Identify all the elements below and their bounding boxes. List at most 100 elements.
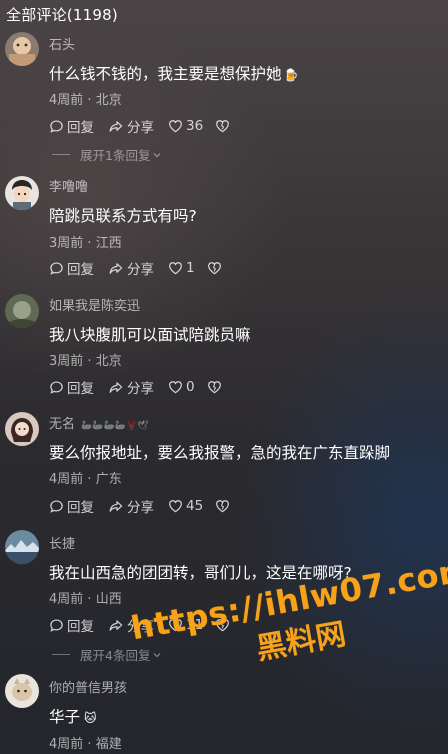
comment-icon (50, 261, 63, 275)
comment-time: 3周前 (49, 354, 84, 369)
reply-label: 回复 (67, 500, 94, 516)
comment-actions: 回复 分享 0 (49, 377, 239, 397)
avatar[interactable] (5, 530, 39, 564)
comment-time: 4周前 (49, 472, 84, 487)
comment-location: 山西 (95, 592, 122, 607)
comment-time: 3周前 (49, 236, 84, 251)
meta-separator: · (83, 236, 96, 251)
dislike-button[interactable] (207, 261, 225, 275)
share-button[interactable]: 分享 (108, 116, 154, 136)
dislike-button[interactable] (215, 119, 233, 133)
like-button[interactable]: 0 (168, 379, 195, 395)
like-count: 45 (186, 498, 204, 514)
broken-heart-icon (216, 619, 230, 632)
reply-button[interactable]: 回复 (49, 377, 94, 397)
chevron-down-icon (154, 152, 161, 157)
reply-label: 回复 (67, 120, 94, 136)
like-button[interactable]: 45 (168, 498, 203, 514)
avatar[interactable] (5, 32, 39, 66)
heart-icon (169, 500, 182, 513)
share-button[interactable]: 分享 (108, 377, 154, 397)
avatar[interactable] (5, 412, 39, 446)
like-count: 0 (186, 379, 195, 395)
meta-separator: · (83, 592, 96, 607)
share-arrow-icon (109, 262, 123, 274)
share-button[interactable]: 分享 (108, 496, 154, 516)
broken-heart-icon (207, 262, 221, 275)
reply-button[interactable]: 回复 (49, 116, 94, 136)
avatar[interactable] (5, 294, 39, 328)
heart-icon (169, 381, 182, 394)
comment-location: 北京 (95, 354, 122, 369)
watermark-name: 黑料网 (253, 616, 349, 667)
comment-meta: 4周前 · 福建 (49, 733, 122, 752)
meta-separator: · (83, 93, 96, 108)
meta-separator: · (83, 737, 96, 752)
meta-separator: · (83, 354, 96, 369)
like-button[interactable]: 1 (168, 260, 195, 276)
share-button[interactable]: 分享 (108, 258, 154, 278)
like-button[interactable]: 36 (168, 118, 203, 134)
divider-line (52, 154, 70, 155)
like-button[interactable]: 11 (168, 617, 203, 633)
reply-label: 回复 (67, 381, 94, 397)
comment-icon (50, 499, 63, 513)
comment-meta: 3周前 · 江西 (49, 232, 122, 251)
share-arrow-icon (109, 619, 123, 631)
comment-username[interactable]: 无名 🦢🦢🦢🦢🦞🕊 (49, 413, 149, 432)
comment-time: 4周前 (49, 737, 84, 752)
like-count: 36 (186, 118, 204, 134)
comment-time: 4周前 (49, 93, 84, 108)
heart-icon (169, 262, 182, 275)
comment-actions: 回复 分享 11 (49, 615, 247, 635)
reply-button[interactable]: 回复 (49, 258, 94, 278)
comment-text: 我八块腹肌可以面试陪跳员嘛 (49, 326, 251, 344)
share-label: 分享 (127, 262, 154, 278)
comment-username[interactable]: 如果我是陈奕迅 (49, 295, 140, 314)
avatar[interactable] (5, 674, 39, 708)
comment-username[interactable]: 你的普信男孩 (49, 677, 127, 696)
dislike-button[interactable] (207, 380, 225, 394)
share-label: 分享 (127, 500, 154, 516)
meta-separator: · (83, 472, 96, 487)
comment-text-body: 华子 (49, 708, 81, 726)
reply-button[interactable]: 回复 (49, 615, 94, 635)
expand-replies-button[interactable]: 展开4条回复 (52, 645, 162, 664)
broken-heart-icon (207, 381, 221, 394)
comment-location: 广东 (95, 472, 122, 487)
comment-text: 要么你报地址，要么我报警，急的我在广东直跺脚 (49, 444, 391, 462)
divider-line (52, 654, 70, 655)
share-label: 分享 (127, 619, 154, 635)
comment-text: 什么钱不钱的，我主要是想保护她 🍺 (49, 62, 298, 84)
comment-text-body: 什么钱不钱的，我主要是想保护她 (49, 65, 282, 83)
chevron-down-icon (154, 652, 161, 657)
comment-icon (50, 380, 63, 394)
broken-heart-icon (216, 500, 230, 513)
comment-username[interactable]: 李噜噜 (49, 176, 88, 195)
heart-icon (169, 619, 182, 632)
share-arrow-icon (109, 500, 123, 512)
comment-actions: 回复 分享 36 (49, 116, 247, 136)
dislike-button[interactable] (215, 618, 233, 632)
expand-replies-button[interactable]: 展开1条回复 (52, 145, 162, 164)
comment-section-title: 全部评论(1198) (6, 6, 118, 24)
comment-username[interactable]: 长捷 (49, 533, 75, 552)
share-button[interactable]: 分享 (108, 615, 154, 635)
expand-replies-label: 展开1条回复 (80, 148, 151, 163)
share-arrow-icon (109, 381, 123, 393)
comment-location: 北京 (95, 93, 122, 108)
comment-text: 陪跳员联系方式有吗? (49, 207, 197, 225)
reply-label: 回复 (67, 619, 94, 635)
cat-emoji-icon: 🐱 (84, 710, 97, 725)
comment-meta: 4周前 · 广东 (49, 468, 122, 487)
comment-meta: 4周前 · 山西 (49, 588, 122, 607)
reply-button[interactable]: 回复 (49, 496, 94, 516)
comment-icon (50, 618, 63, 632)
comment-location: 江西 (95, 236, 122, 251)
comment-username[interactable]: 石头 (49, 34, 75, 53)
avatar[interactable] (5, 176, 39, 210)
reply-label: 回复 (67, 262, 94, 278)
comment-meta: 4周前 · 北京 (49, 89, 122, 108)
comment-text: 华子 🐱 (49, 705, 97, 727)
dislike-button[interactable] (215, 499, 233, 513)
